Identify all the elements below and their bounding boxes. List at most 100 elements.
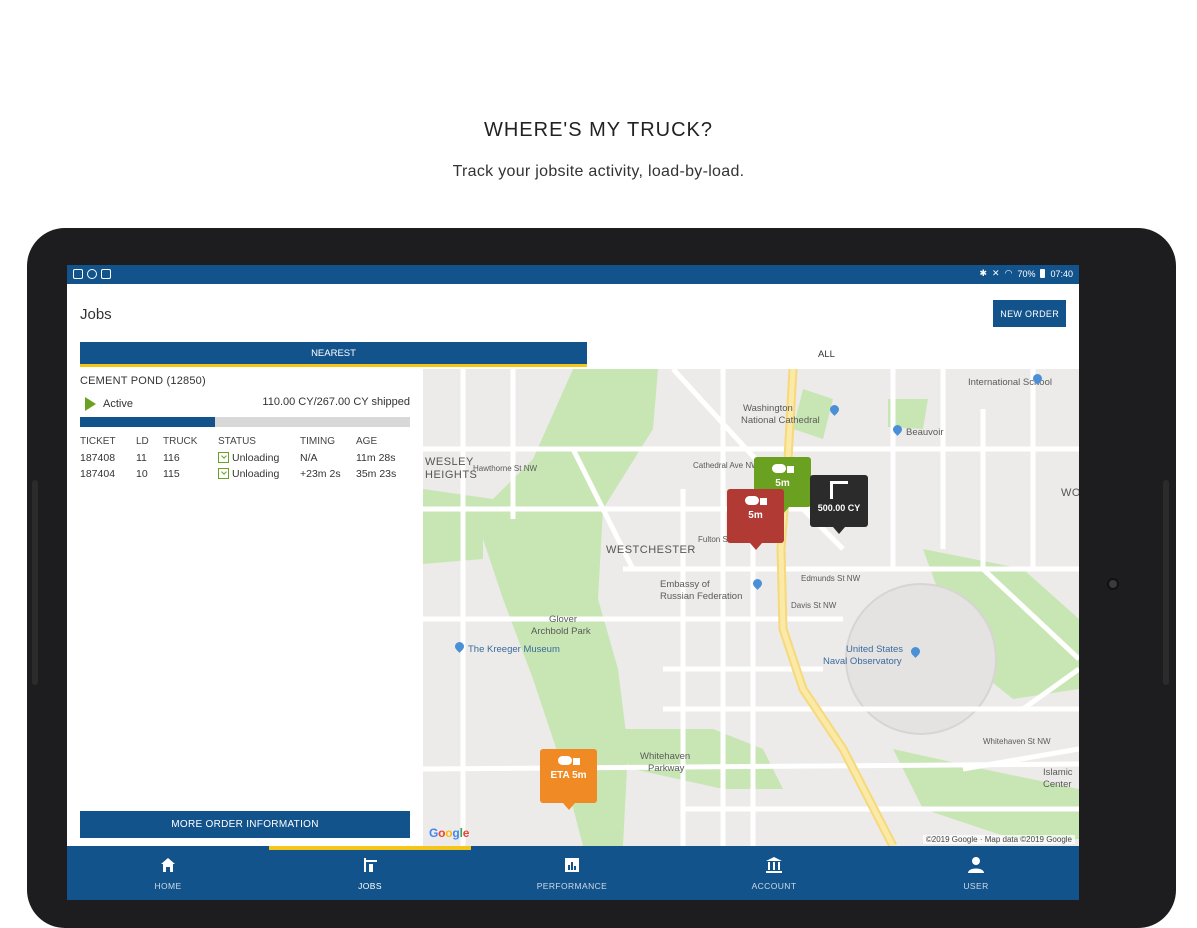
bluetooth-icon: ✱ xyxy=(979,268,988,278)
map-label-glover: Glover xyxy=(549,614,577,625)
image-notification-icon xyxy=(73,269,83,279)
ticket-cell: 187404 xyxy=(80,468,116,480)
truck-marker-label: 5m xyxy=(775,478,790,489)
map-roads xyxy=(423,369,1079,846)
job-status-row: Active 110.00 CY/267.00 CY shipped xyxy=(80,396,410,412)
unloading-icon xyxy=(218,468,229,479)
tablet-side-button-left xyxy=(32,480,38,685)
nav-jobs[interactable]: JOBS xyxy=(269,846,471,900)
nav-account[interactable]: ACCOUNT xyxy=(673,846,875,900)
battery-icon xyxy=(1040,269,1046,278)
status-text: Unloading xyxy=(232,452,280,464)
map-attribution[interactable]: ©2019 Google · Map data ©2019 Google xyxy=(922,835,1075,844)
eta-truck-marker[interactable]: ETA 5m xyxy=(540,749,597,810)
map-label-islamic: Islamic xyxy=(1043,767,1073,778)
nav-jobs-label: JOBS xyxy=(358,881,382,891)
performance-icon xyxy=(565,858,579,872)
google-logo: Google xyxy=(429,826,470,840)
truck-cell: 115 xyxy=(163,468,180,480)
tab-all[interactable]: ALL xyxy=(587,342,1066,367)
map-label-wesley: WESLEY xyxy=(425,456,474,468)
mixer-truck-icon xyxy=(771,463,794,476)
job-tabs: NEAREST ALL xyxy=(80,342,1066,367)
map-label-observatory: United States xyxy=(846,644,904,655)
nav-home[interactable]: HOME xyxy=(67,846,269,900)
map-label-westchester: WESTCHESTER xyxy=(606,544,696,556)
status-text: Unloading xyxy=(232,468,280,480)
gallery-notification-icon xyxy=(101,269,111,279)
status-cell: Unloading xyxy=(218,468,300,484)
map-label-cathedral-ave: Cathedral Ave NW xyxy=(693,461,759,470)
jobsite-crane-icon xyxy=(830,481,848,499)
map-label-heights: HEIGHTS xyxy=(425,469,478,481)
map-label-edmunds: Edmunds St NW xyxy=(801,574,861,583)
app-bar: Jobs NEW ORDER xyxy=(67,284,1079,336)
more-order-information-button[interactable]: MORE ORDER INFORMATION xyxy=(80,811,410,838)
map-label-archbold-park: Archbold Park xyxy=(531,626,591,637)
ld-cell: 11 xyxy=(136,452,147,464)
timing-cell: +23m 2s xyxy=(300,468,341,480)
truck-marker-label: 5m xyxy=(748,510,763,521)
active-play-icon xyxy=(85,397,96,411)
app-notification-icon xyxy=(87,269,97,279)
shipped-progress-fill xyxy=(80,417,216,427)
loads-table: TICKET LD TRUCK STATUS TIMING AGE 187408… xyxy=(80,436,410,484)
table-row[interactable]: 187408 11 116 Unloading N/A 11m 28s xyxy=(80,452,410,468)
ld-cell: 10 xyxy=(136,468,148,480)
map-label-washington: Washington xyxy=(743,403,793,414)
table-header-row: TICKET LD TRUCK STATUS TIMING AGE xyxy=(80,436,410,452)
nav-user-label: USER xyxy=(963,881,989,891)
tablet-side-button-right xyxy=(1163,480,1169,685)
job-detail-panel: CEMENT POND (12850) Active 110.00 CY/267… xyxy=(67,369,423,846)
map-label-wo: WO xyxy=(1061,487,1079,499)
tab-nearest[interactable]: NEAREST xyxy=(80,342,587,367)
map-label-cathedral: National Cathedral xyxy=(741,415,820,426)
column-timing: TIMING xyxy=(300,436,335,447)
column-ld: LD xyxy=(136,436,149,447)
age-cell: 11m 28s xyxy=(356,452,396,464)
clock: 07:40 xyxy=(1050,268,1073,279)
jobsite-marker-label: 500.00 CY xyxy=(817,503,861,513)
truck-marker[interactable]: 5m xyxy=(727,489,784,550)
map-label-beauvoir: Beauvoir xyxy=(906,427,944,438)
column-age: AGE xyxy=(356,436,378,447)
device-screen: ✱ ✕ ◠ 70% 07:40 Jobs NEW ORDER NEAREST A… xyxy=(67,265,1079,900)
map-label-russian-federation: Russian Federation xyxy=(660,591,743,602)
page-title: Jobs xyxy=(80,306,112,323)
nav-performance[interactable]: PERFORMANCE xyxy=(471,846,673,900)
ticket-cell: 187408 xyxy=(80,452,116,464)
status-cell: Unloading xyxy=(218,452,300,468)
account-icon xyxy=(766,857,782,873)
mixer-truck-icon xyxy=(744,495,767,508)
nav-user[interactable]: USER xyxy=(875,846,1077,900)
shipped-quantity: 110.00 CY/267.00 CY shipped xyxy=(262,396,410,408)
job-status: Active xyxy=(103,398,133,410)
jobsite-marker[interactable]: 500.00 CY xyxy=(810,475,868,534)
jobs-icon xyxy=(364,858,377,872)
unloading-icon xyxy=(218,452,229,463)
mixer-truck-icon xyxy=(557,755,580,768)
promo-subtitle: Track your jobsite activity, load-by-loa… xyxy=(452,163,745,180)
map-view[interactable]: WESLEY HEIGHTS WESTCHESTER Washington Na… xyxy=(423,369,1079,846)
job-name[interactable]: CEMENT POND (12850) xyxy=(80,375,206,387)
map-label-hawthorne: Hawthorne St NW xyxy=(473,464,538,473)
map-label-embassy: Embassy of xyxy=(660,579,710,590)
camera xyxy=(1107,578,1119,590)
eta-marker-label: ETA 5m xyxy=(550,770,587,781)
column-truck: TRUCK xyxy=(163,436,198,447)
map-label-davis: Davis St NW xyxy=(791,601,837,610)
android-status-bar: ✱ ✕ ◠ 70% 07:40 xyxy=(67,265,1079,284)
wifi-icon: ◠ xyxy=(1004,268,1013,278)
map-label-whitehaven: Whitehaven xyxy=(640,751,691,762)
shipped-progress-bar xyxy=(80,417,410,427)
table-row[interactable]: 187404 10 115 Unloading +23m 2s 35m 23s xyxy=(80,468,410,484)
map-label-whitehaven-st: Whitehaven St NW xyxy=(983,737,1051,746)
nav-account-label: ACCOUNT xyxy=(751,881,797,891)
battery-percent: 70% xyxy=(1017,268,1036,279)
age-cell: 35m 23s xyxy=(356,468,397,480)
map-label-center: Center xyxy=(1043,779,1072,790)
bottom-navigation: HOME JOBS PERFORMANCE ACCOUNT USER xyxy=(67,846,1079,900)
new-order-button[interactable]: NEW ORDER xyxy=(993,300,1066,327)
column-ticket: TICKET xyxy=(80,436,116,447)
map-label-parkway: Parkway xyxy=(648,763,685,774)
